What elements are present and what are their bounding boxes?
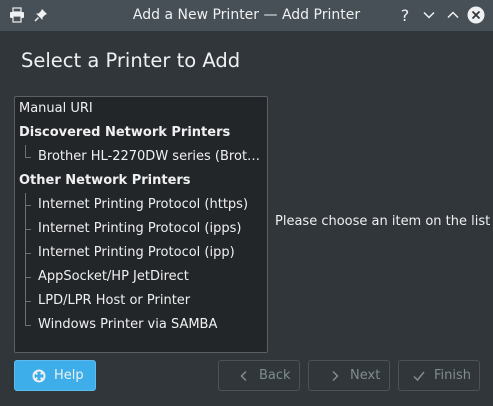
tree-item-lpd-lpr[interactable]: LPD/LPR Host or Printer [38, 289, 265, 313]
lifebuoy-icon [31, 368, 47, 384]
help-button-label: Help [54, 368, 84, 383]
close-icon[interactable] [467, 6, 485, 24]
tree-item-ipp-https[interactable]: Internet Printing Protocol (https) [38, 193, 265, 217]
back-button-label: Back [259, 368, 291, 383]
tree-branch-line [25, 145, 26, 157]
finish-button[interactable]: Finish [398, 360, 480, 391]
selection-hint: Please choose an item on the list [275, 214, 491, 229]
tree-category-discovered[interactable]: Discovered Network Printers [19, 121, 230, 145]
tree-item-manual-uri[interactable]: Manual URI [19, 97, 93, 121]
tree-item-samba[interactable]: Windows Printer via SAMBA [38, 313, 265, 337]
tree-branch-line [25, 253, 31, 254]
tree-branch-line [25, 205, 31, 206]
maximize-chevron-up-icon[interactable] [444, 6, 462, 24]
chevron-left-icon [236, 368, 252, 384]
help-question-icon[interactable]: ? [396, 6, 414, 25]
tree-branch-line [25, 229, 31, 230]
tree-branch-line [25, 325, 31, 326]
back-button[interactable]: Back [218, 360, 300, 391]
next-button-label: Next [350, 368, 381, 383]
page-title: Select a Printer to Add [21, 49, 241, 72]
tree-category-other[interactable]: Other Network Printers [19, 169, 191, 193]
minimize-chevron-down-icon[interactable] [420, 6, 438, 24]
tree-branch-line [25, 193, 26, 325]
tree-item-brother-printer[interactable]: Brother HL-2270DW series (Brother... [38, 145, 265, 169]
tree-item-ipp[interactable]: Internet Printing Protocol (ipp) [38, 241, 265, 265]
tree-branch-line [25, 157, 31, 158]
tree-item-appsocket[interactable]: AppSocket/HP JetDirect [38, 265, 265, 289]
tree-branch-line [25, 277, 31, 278]
help-button[interactable]: Help [14, 360, 96, 391]
printer-type-tree[interactable]: Manual URI Discovered Network Printers B… [14, 96, 268, 353]
checkmark-icon [411, 368, 427, 384]
title-bar[interactable]: Add a New Printer — Add Printer ? [0, 0, 493, 31]
next-button[interactable]: Next [308, 360, 390, 391]
finish-button-label: Finish [434, 368, 472, 383]
tree-item-ipp-ipps[interactable]: Internet Printing Protocol (ipps) [38, 217, 265, 241]
tree-branch-line [25, 301, 31, 302]
chevron-right-icon [327, 368, 343, 384]
add-printer-window: Add a New Printer — Add Printer ? Select… [0, 0, 493, 406]
